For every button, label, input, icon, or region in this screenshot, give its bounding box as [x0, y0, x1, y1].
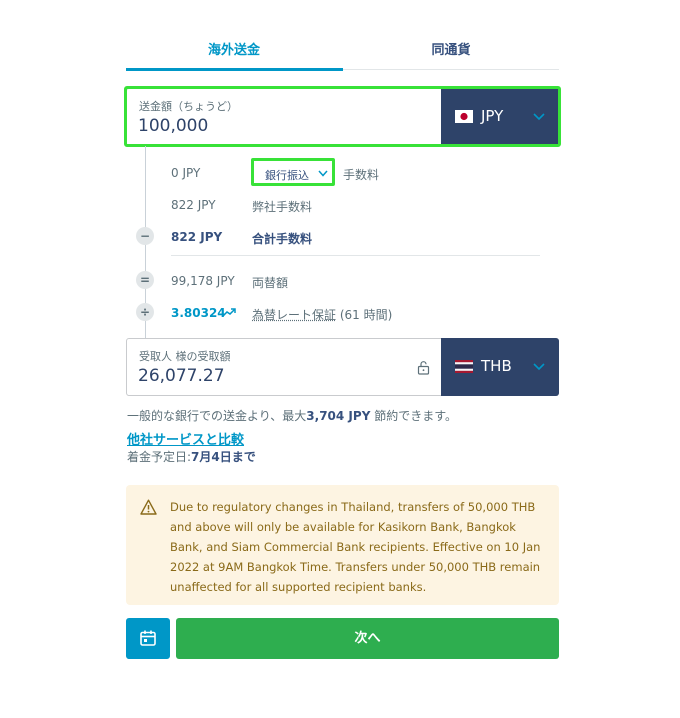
savings-note: 一般的な銀行での送金より、最大3,704 JPY 節約できます。 — [127, 407, 457, 424]
transfer-type-tabs: 海外送金 同通貨 — [126, 36, 559, 71]
receive-currency-code: THB — [481, 357, 512, 375]
unlock-icon[interactable] — [417, 360, 430, 375]
payment-method-dropdown[interactable]: 銀行振込 — [251, 158, 335, 186]
alert-message: Due to regulatory changes in Thailand, t… — [170, 500, 541, 594]
total-fee-amount: 822 JPY — [171, 230, 223, 244]
receive-currency-selector[interactable]: THB — [441, 338, 559, 396]
savings-prefix: 一般的な銀行での送金より、最大 — [127, 409, 307, 423]
receive-amount-label: 受取人 様の受取額 — [139, 350, 231, 363]
japan-flag-icon — [455, 110, 473, 123]
chevron-down-icon — [533, 113, 545, 121]
fee-divider — [171, 255, 540, 256]
total-fee-label: 合計手数料 — [252, 232, 313, 246]
trending-up-icon — [222, 308, 236, 317]
eta-prefix: 着金予定日: — [127, 450, 192, 464]
rate-guarantee: 為替レート保証 (61 時間) — [252, 306, 392, 323]
compare-services-link[interactable]: 他社サービスと比較 — [127, 429, 244, 448]
schedule-transfer-button[interactable] — [126, 618, 170, 659]
exchange-rate-value: 3.80324 — [171, 306, 226, 320]
payment-method-label: 銀行振込 — [265, 169, 309, 182]
savings-amount: 3,704 JPY — [306, 409, 371, 423]
rate-guarantee-link[interactable]: 為替レート保証 — [252, 308, 336, 322]
method-fee-amount: 0 JPY — [171, 166, 201, 180]
send-amount-input[interactable] — [138, 116, 398, 136]
send-amount-field: 送金額（ちょうど） JPY — [126, 88, 559, 146]
eta-date: 7月4日まで — [191, 450, 256, 464]
active-tab-indicator — [126, 68, 343, 71]
our-fee-amount: 822 JPY — [171, 198, 216, 212]
send-amount-label: 送金額（ちょうど） — [139, 100, 238, 113]
divide-icon: ÷ — [136, 303, 154, 321]
send-currency-code: JPY — [481, 107, 504, 125]
send-currency-selector[interactable]: JPY — [441, 88, 559, 146]
regulatory-alert: Due to regulatory changes in Thailand, t… — [126, 485, 559, 605]
thailand-flag-icon — [455, 360, 473, 373]
tab-same-currency[interactable]: 同通貨 — [343, 36, 559, 70]
minus-icon: − — [136, 227, 154, 245]
chevron-down-icon — [318, 170, 328, 177]
estimated-arrival: 着金予定日:7月4日まで — [127, 448, 256, 465]
equals-icon: = — [136, 271, 154, 289]
warning-icon — [140, 499, 157, 515]
converted-amount-label: 両替額 — [252, 276, 289, 290]
rate-guarantee-duration: (61 時間) — [336, 308, 393, 322]
next-button[interactable]: 次へ — [176, 618, 559, 659]
our-fee-label: 弊社手数料 — [252, 200, 313, 214]
savings-suffix: 節約できます。 — [370, 409, 458, 423]
method-fee-label: 手数料 — [343, 168, 380, 182]
receive-amount-field: 受取人 様の受取額 THB — [126, 338, 559, 396]
converted-amount: 99,178 JPY — [171, 274, 235, 288]
tab-international-transfer[interactable]: 海外送金 — [126, 36, 342, 70]
receive-amount-input[interactable] — [138, 366, 398, 386]
calendar-icon — [140, 630, 156, 646]
chevron-down-icon — [533, 363, 545, 371]
